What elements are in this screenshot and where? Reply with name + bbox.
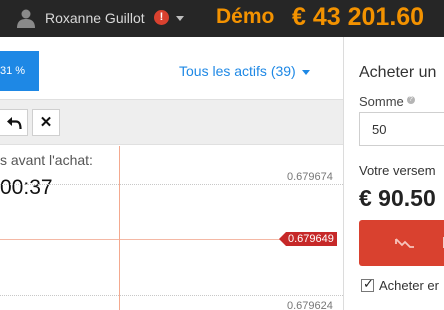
buy-button[interactable]: Ba [359, 220, 444, 266]
amount-label-text: Somme [359, 94, 404, 109]
order-panel: Acheter un Somme? Votre versem € 90.50 B… [344, 37, 444, 310]
demo-mode-label: Démo [216, 5, 275, 28]
price-tick-label: 0.679624 [287, 300, 333, 310]
trading-panel: 31 % Tous les actifs (39) ✕ s avant l'ac… [0, 37, 343, 310]
close-icon: ✕ [39, 114, 53, 131]
undo-icon [6, 116, 22, 129]
username[interactable]: Roxanne Guillot [45, 10, 145, 26]
expiry-line [119, 146, 120, 310]
top-bar: Roxanne Guillot ! Démo € 43 201.60 [0, 0, 444, 37]
current-price-line [0, 239, 286, 240]
payout-percent-button[interactable]: 31 % [0, 51, 39, 91]
countdown-label: s avant l'achat: [0, 152, 93, 168]
price-chart[interactable]: s avant l'achat: 00:37 0.679674 0.679649… [0, 146, 343, 310]
current-price-tag: 0.679649 [279, 232, 337, 246]
buy-option-checkbox[interactable]: ✓ [361, 276, 374, 292]
user-avatar-icon[interactable] [16, 8, 36, 28]
payout-label: Votre versem [359, 163, 436, 178]
all-assets-dropdown[interactable]: Tous les actifs (39) [179, 63, 310, 79]
order-title: Acheter un [359, 64, 437, 81]
alert-icon[interactable]: ! [154, 10, 169, 25]
buy-option-label: Acheter er [379, 278, 439, 293]
info-icon[interactable]: ? [406, 96, 415, 104]
price-gridline [0, 295, 343, 296]
price-tick-label: 0.679674 [287, 171, 333, 183]
undo-button[interactable] [0, 109, 28, 136]
all-assets-label: Tous les actifs (39) [179, 63, 296, 79]
close-button[interactable]: ✕ [32, 109, 60, 136]
payout-value: € 90.50 [359, 185, 436, 211]
chart-toolbar: ✕ [0, 99, 343, 145]
trend-down-icon [395, 238, 414, 248]
check-icon: ✓ [363, 276, 374, 291]
price-gridline [0, 184, 343, 185]
account-balance: € 43 201.60 [292, 3, 425, 31]
countdown-timer: 00:37 [0, 176, 53, 199]
chevron-down-icon[interactable] [176, 16, 184, 21]
amount-input[interactable] [359, 112, 444, 146]
amount-label: Somme? [359, 94, 415, 109]
chevron-down-icon [301, 69, 310, 75]
